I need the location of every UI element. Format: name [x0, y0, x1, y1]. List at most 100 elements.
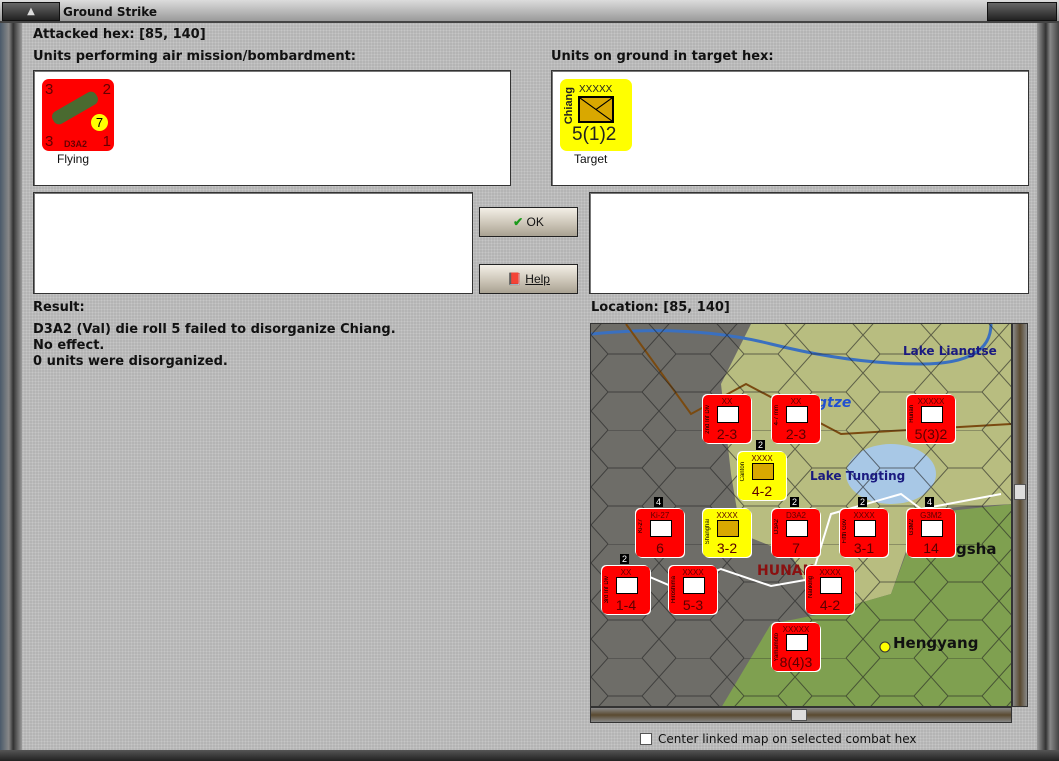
unit-strength: 5(1)2	[572, 124, 617, 145]
unit-strength: 8(4)3	[779, 654, 813, 670]
unit-strength: 6	[656, 540, 664, 556]
map-unit-counter[interactable]: D3A2 D3A2 72	[772, 497, 820, 557]
map-unit-counter[interactable]: XXXX Nanking 4-2	[806, 566, 854, 614]
ground-unit-counter[interactable]: Chiang XXXXX 5(1)2	[560, 79, 632, 151]
map-unit-counter[interactable]: XXXXX Hunan 5(3)2	[907, 395, 955, 443]
ok-button[interactable]: ✔ OK	[479, 207, 578, 237]
location-label: Location: [85, 140]	[591, 300, 730, 315]
stack-count-badge: 2	[620, 554, 630, 564]
help-book-icon: 📕	[507, 272, 522, 286]
air-units-label: Units performing air mission/bombardment…	[33, 49, 357, 64]
location-map[interactable]: Lake Liangtse gtze Lake Tungting HUNAN H…	[590, 323, 1012, 707]
map-label-changsha: gsha	[956, 540, 997, 558]
map-unit-counter[interactable]: XXXX Shanghai 3-2	[703, 509, 751, 557]
unit-move: 1	[102, 133, 111, 150]
map-unit-counter[interactable]: XXXX Fifth Gov 3-1 2	[840, 497, 888, 557]
help-label: Help	[525, 272, 550, 286]
unit-size: XXXXX	[579, 84, 613, 95]
unit-name: Hunan	[909, 405, 915, 423]
unit-strength: 4-2	[751, 483, 773, 499]
unit-name: G3M2	[909, 519, 915, 536]
map-vertical-scrollbar[interactable]	[1012, 323, 1028, 707]
unit-symbol-icon	[752, 463, 774, 480]
unit-name: Canton	[740, 462, 746, 482]
map-label-lake-tungting: Lake Tungting	[810, 469, 906, 483]
window-control-button[interactable]	[987, 2, 1057, 21]
ok-label: OK	[526, 215, 544, 229]
air-unit-counter[interactable]: 3 2 7 3 D3A2 1	[42, 79, 114, 151]
map-unit-counter[interactable]: Ki-27 Ki-27 64	[636, 497, 684, 557]
bottom-frame	[0, 750, 1059, 761]
unit-strength: 2-3	[716, 426, 738, 442]
unit-symbol-icon	[717, 406, 739, 423]
unit-strength: 2-3	[785, 426, 807, 442]
unit-strength: 4-2	[819, 597, 841, 613]
unit-name: Chiang	[563, 87, 575, 125]
unit-symbol-icon	[786, 406, 808, 423]
ground-units-list: Chiang XXXXX 5(1)2 Target	[551, 70, 1029, 186]
air-details-panel	[33, 192, 473, 294]
result-text: D3A2 (Val) die roll 5 failed to disorgan…	[33, 322, 396, 370]
unit-symbol-icon	[650, 520, 672, 537]
unit-symbol-icon	[717, 520, 739, 537]
unit-symbol-icon	[683, 577, 705, 594]
unit-range: 2	[102, 81, 111, 98]
map-label-hengyang: Hengyang	[893, 634, 979, 652]
result-label: Result:	[33, 300, 85, 315]
unit-strength: 1-4	[615, 597, 637, 613]
map-unit-counter[interactable]: XXXXX Yamamoto 8(4)3	[772, 623, 820, 671]
map-unit-counter[interactable]: XXXX Canton 4-2 2	[738, 440, 786, 500]
window-title: Ground Strike	[63, 5, 158, 19]
map-label-yangtze: gtze	[817, 395, 852, 411]
unit-name: 4-7 mm	[774, 405, 780, 426]
center-map-checkbox[interactable]	[640, 733, 652, 745]
unit-symbol-icon	[820, 577, 842, 594]
unit-symbol-icon	[786, 634, 808, 651]
result-line: 0 units were disorganized.	[33, 354, 228, 369]
unit-name: Nanking	[808, 576, 814, 599]
unit-strength: 5(3)2	[914, 426, 948, 442]
unit-symbol-icon	[921, 520, 943, 537]
unit-strength: 5-3	[682, 597, 704, 613]
result-line: D3A2 (Val) die roll 5 failed to disorgan…	[33, 322, 396, 337]
unit-name: D3A2	[774, 519, 780, 535]
unit-strength: 14	[923, 540, 939, 556]
stack-count-badge: 2	[858, 497, 868, 507]
unit-symbol-icon	[786, 520, 808, 537]
map-unit-counter[interactable]: XX 3rd Inf Div 1-4 2	[602, 554, 650, 614]
unit-strength: 3-1	[853, 540, 875, 556]
unit-symbol-icon	[616, 577, 638, 594]
horizontal-scroll-thumb[interactable]	[791, 709, 807, 721]
unit-name: D3A2	[64, 139, 88, 149]
ground-unit-status: Target	[574, 152, 608, 166]
map-horizontal-scrollbar[interactable]	[590, 707, 1012, 723]
help-button[interactable]: 📕 Help	[479, 264, 578, 294]
unit-symbol-icon	[854, 520, 876, 537]
attacked-hex-label: Attacked hex: [85, 140]	[33, 27, 206, 42]
ground-details-panel	[589, 192, 1029, 294]
unit-name: Ki-27	[638, 519, 644, 534]
vertical-scroll-thumb[interactable]	[1014, 484, 1026, 500]
map-label-lake-liangtse: Lake Liangtse	[903, 344, 997, 358]
checkmark-icon: ✔	[513, 215, 524, 229]
unit-badge: 7	[91, 114, 108, 131]
center-map-checkbox-label: Center linked map on selected combat hex	[658, 732, 917, 746]
unit-defense: 3	[45, 133, 54, 150]
unit-symbol-icon	[921, 406, 943, 423]
map-unit-counter[interactable]: XX 2nd Inf Div 2-3	[703, 395, 751, 443]
air-unit-status: Flying	[57, 152, 90, 166]
center-map-checkbox-row[interactable]: Center linked map on selected combat hex	[640, 732, 917, 746]
unit-attack: 3	[45, 81, 54, 98]
right-frame	[1037, 23, 1059, 761]
air-units-list: 3 2 7 3 D3A2 1 Flying	[33, 70, 511, 186]
map-unit-counter[interactable]: XXXX Hiroshima 5-3	[669, 566, 717, 614]
map-unit-counter[interactable]: G3M2 G3M2 14 4	[907, 497, 955, 557]
window-menu-button[interactable]: ▲	[2, 2, 60, 21]
left-frame	[0, 23, 22, 761]
ground-units-label: Units on ground in target hex:	[551, 49, 774, 64]
unit-strength: 7	[792, 540, 800, 556]
title-bar: ▲ Ground Strike	[0, 0, 1059, 23]
map-unit-counter[interactable]: XX 4-7 mm 2-3	[772, 395, 820, 443]
stack-count-badge: 2	[790, 497, 800, 507]
stack-count-badge: 4	[654, 497, 664, 507]
